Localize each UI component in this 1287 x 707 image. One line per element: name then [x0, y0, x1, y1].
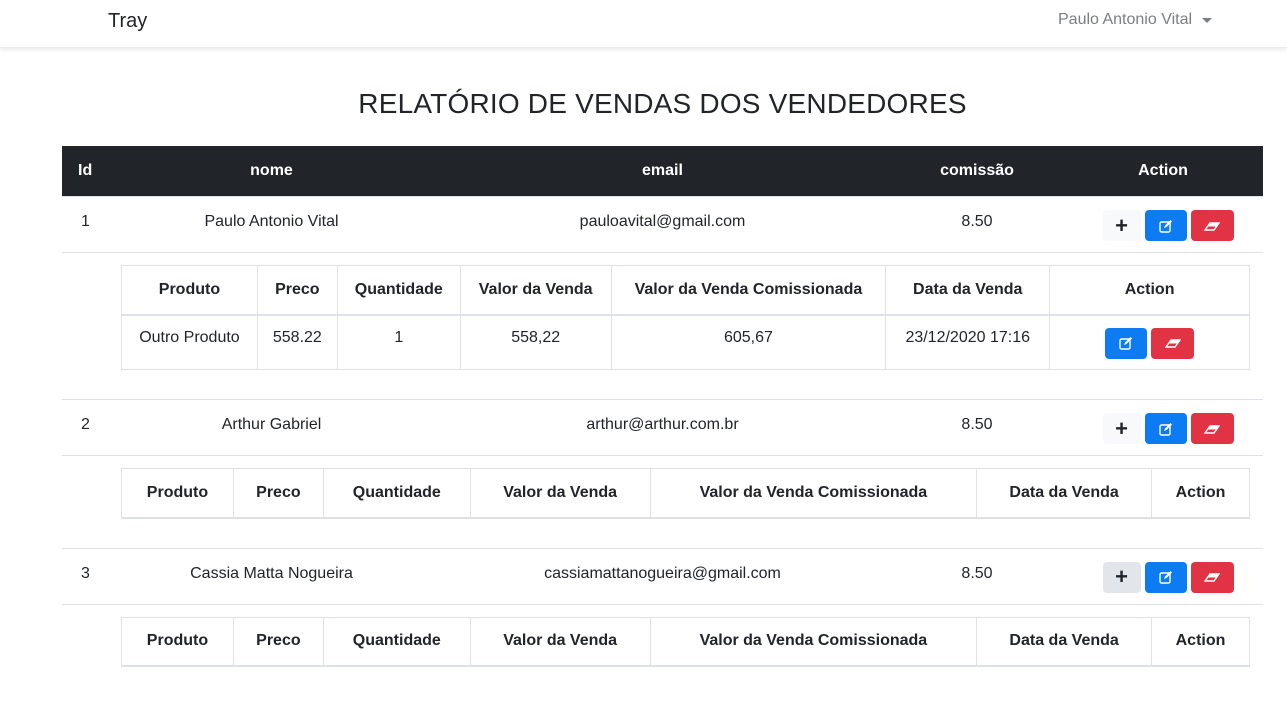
navbar: Tray Paulo Antonio Vital — [0, 0, 1287, 48]
sales-table: Produto Preco Quantidade Valor da Venda … — [121, 468, 1250, 519]
brand-logo[interactable]: Tray — [108, 10, 147, 33]
eraser-icon — [1204, 424, 1220, 434]
vendor-email: arthur@arthur.com.br — [586, 416, 739, 433]
delete-vendor-button[interactable] — [1190, 210, 1234, 241]
sales-subtable-wrapper: Produto Preco Quantidade Valor da Venda … — [62, 455, 1263, 548]
header-action: Action — [1151, 468, 1250, 519]
edit-vendor-button[interactable] — [1144, 413, 1187, 444]
vendor-name: Arthur Gabriel — [221, 416, 322, 433]
vendor-id: 2 — [81, 416, 90, 433]
vendor-id: 1 — [81, 213, 90, 230]
header-valor-comissionada: Valor da Venda Comissionada — [610, 265, 887, 316]
edit-icon — [1158, 219, 1172, 233]
header-action: Action — [1049, 265, 1250, 316]
eraser-icon — [1204, 573, 1220, 582]
add-sale-button[interactable]: + — [1102, 210, 1141, 241]
sales-table: Produto Preco Quantidade Valor da Venda … — [121, 616, 1250, 667]
plus-icon: + — [1115, 415, 1128, 441]
eraser-icon — [1164, 339, 1181, 348]
header-quantidade: Quantidade — [322, 468, 471, 519]
header-quantidade: Quantidade — [336, 265, 461, 316]
header-data-venda: Data da Venda — [976, 616, 1153, 667]
header-produto: Produto — [121, 468, 234, 519]
add-sale-button[interactable]: + — [1102, 561, 1141, 593]
header-preco: Preco — [232, 468, 324, 519]
sales-table: Produto Preco Quantidade Valor da Venda … — [121, 265, 1250, 370]
edit-icon — [1158, 422, 1172, 436]
header-data-venda: Data da Venda — [885, 265, 1051, 316]
delete-vendor-button[interactable] — [1190, 561, 1234, 593]
vendors-table: Id nome email comissão Action 1 Paulo An… — [62, 146, 1263, 667]
sale-produto: Outro Produto — [121, 314, 258, 370]
header-nome: nome — [250, 162, 293, 179]
vendor-email: pauloavital@gmail.com — [579, 213, 746, 230]
page-title: RELATÓRIO DE VENDAS DOS VENDEDORES — [358, 88, 967, 119]
sale-data-venda: 23/12/2020 17:16 — [885, 314, 1051, 370]
header-action: Action — [1138, 162, 1188, 179]
sale-quantidade: 1 — [336, 314, 461, 370]
plus-icon: + — [1115, 212, 1128, 238]
vendor-name: Cassia Matta Nogueira — [190, 564, 353, 582]
header-preco: Preco — [256, 265, 338, 316]
plus-icon: + — [1115, 564, 1128, 589]
header-action: Action — [1151, 616, 1250, 667]
sale-valor-comissionada: 605,67 — [610, 314, 887, 370]
edit-icon — [1158, 571, 1172, 584]
header-email: email — [642, 162, 683, 179]
vendor-comissao: 8.50 — [961, 416, 993, 433]
header-preco: Preco — [232, 616, 324, 667]
header-valor-comissionada: Valor da Venda Comissionada — [649, 616, 978, 667]
vendor-id: 3 — [81, 564, 90, 582]
vendor-name: Paulo Antonio Vital — [204, 213, 339, 230]
sales-subtable-wrapper: Produto Preco Quantidade Valor da Venda … — [62, 603, 1263, 667]
header-valor-venda: Valor da Venda — [459, 265, 612, 316]
sale-preco: 558.22 — [256, 314, 338, 370]
vendor-email: cassiamattanogueira@gmail.com — [544, 564, 781, 582]
header-produto: Produto — [121, 616, 234, 667]
vendor-comissao: 8.50 — [961, 213, 993, 230]
eraser-icon — [1204, 221, 1220, 231]
header-comissao: comissão — [940, 162, 1014, 179]
vendor-row: 2 Arthur Gabriel arthur@arthur.com.br 8.… — [62, 399, 1263, 455]
header-valor-venda: Valor da Venda — [469, 468, 651, 519]
header-quantidade: Quantidade — [322, 616, 471, 667]
sale-valor-venda: 558,22 — [459, 314, 612, 370]
header-id: Id — [78, 162, 93, 179]
user-menu-dropdown[interactable]: Paulo Antonio Vital — [1058, 11, 1213, 29]
vendor-row: 1 Paulo Antonio Vital pauloavital@gmail.… — [62, 196, 1263, 252]
vendor-row: 3 Cassia Matta Nogueira cassiamattanogue… — [62, 547, 1263, 604]
delete-vendor-button[interactable] — [1190, 413, 1234, 444]
chevron-down-icon — [1202, 18, 1213, 23]
delete-sale-button[interactable] — [1151, 327, 1195, 359]
edit-vendor-button[interactable] — [1144, 210, 1187, 241]
table-row: Outro Produto 558.22 1 558,22 605,67 23/… — [121, 314, 1250, 370]
add-sale-button[interactable]: + — [1102, 413, 1141, 444]
header-data-venda: Data da Venda — [976, 468, 1153, 519]
edit-sale-button[interactable] — [1105, 327, 1148, 359]
sales-subtable-wrapper: Produto Preco Quantidade Valor da Venda … — [62, 252, 1263, 399]
vendors-table-header: Id nome email comissão Action — [62, 146, 1263, 196]
vendor-comissao: 8.50 — [961, 564, 993, 582]
header-valor-venda: Valor da Venda — [469, 616, 651, 667]
edit-icon — [1119, 337, 1133, 350]
header-produto: Produto — [121, 265, 258, 316]
header-valor-comissionada: Valor da Venda Comissionada — [649, 468, 978, 519]
user-name: Paulo Antonio Vital — [1058, 11, 1193, 28]
edit-vendor-button[interactable] — [1144, 561, 1187, 593]
